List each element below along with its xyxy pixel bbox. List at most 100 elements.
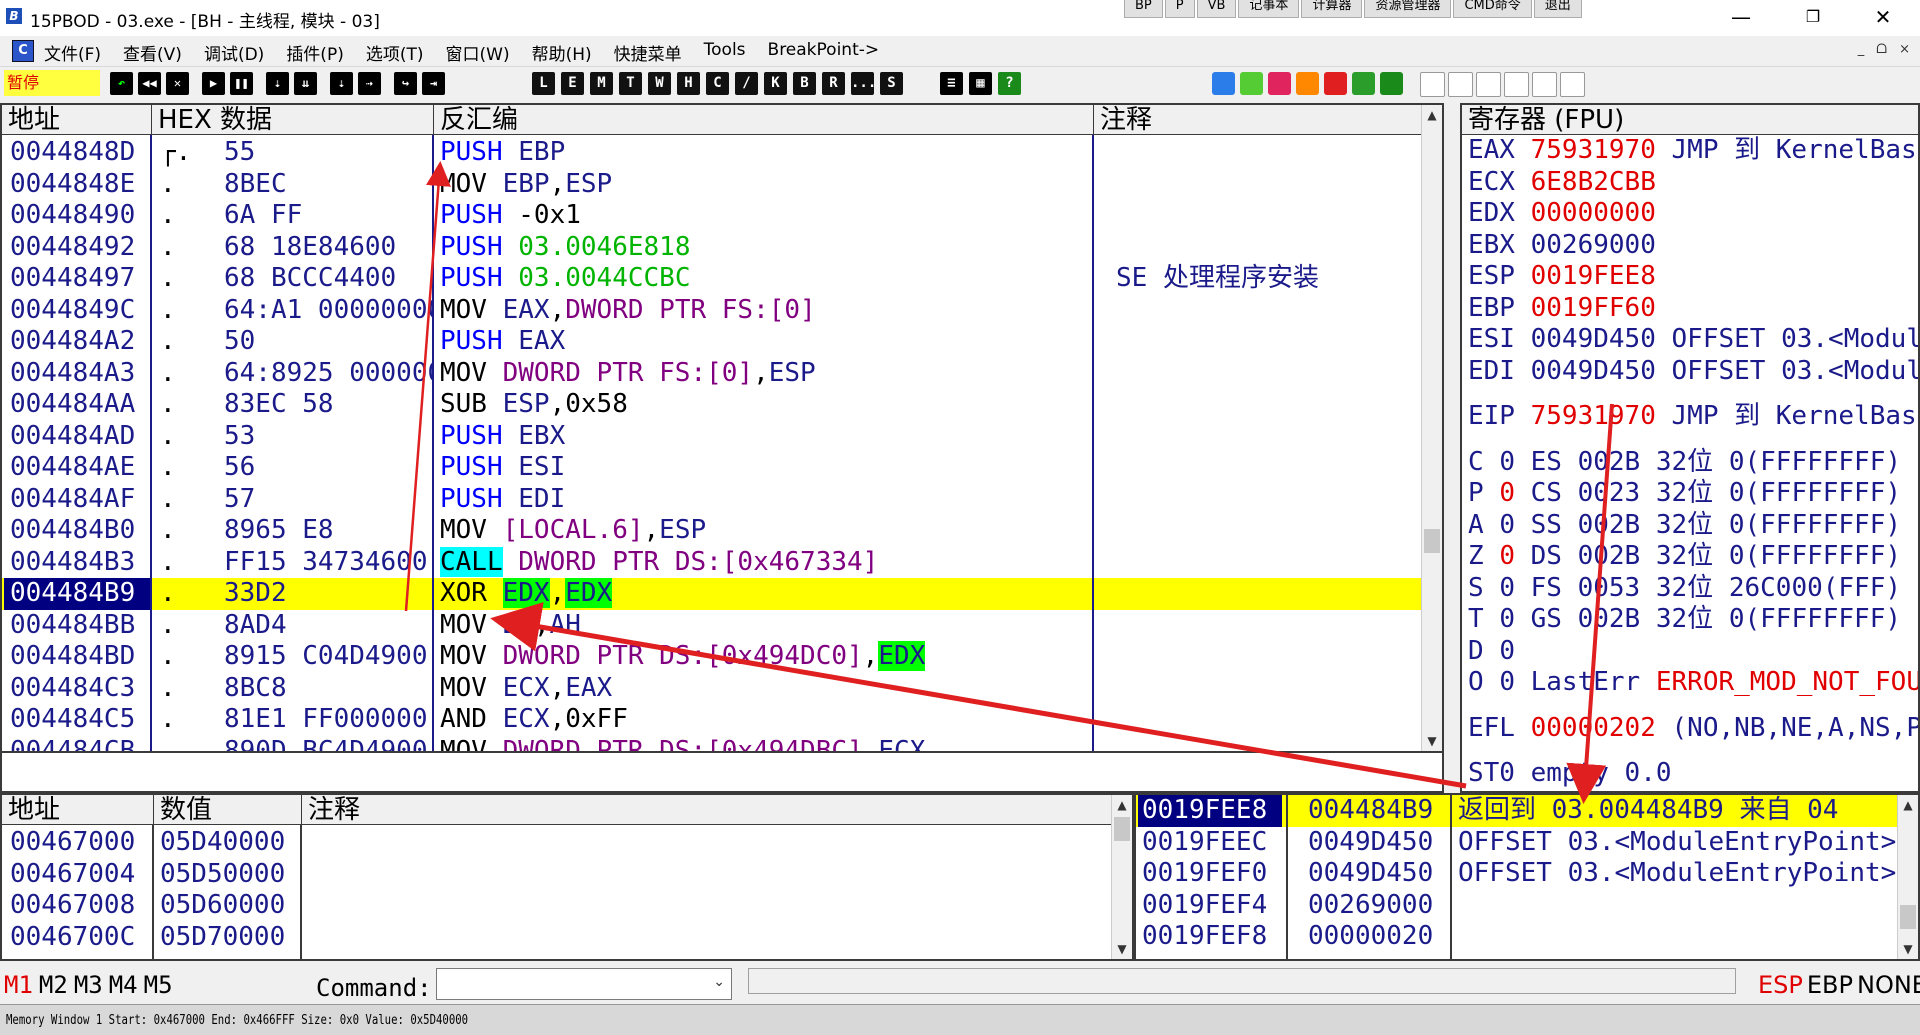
memory-tab[interactable]: M5 <box>144 971 173 999</box>
top-tool-button[interactable]: CMD命令 <box>1453 0 1532 18</box>
mem-header-address[interactable]: 地址 <box>2 795 154 825</box>
window-button[interactable]: C <box>706 72 729 95</box>
register-line[interactable]: C 0 ES 002B 32位 0(FFFFFFFF) <box>1468 447 1901 479</box>
scroll-up-icon[interactable]: ▲ <box>1898 795 1918 815</box>
col-header-address[interactable]: 地址 <box>2 105 152 135</box>
memory-tab[interactable]: M3 <box>74 971 103 999</box>
disasm-row[interactable]: 0044848D ┌. 55 PUSH EBP <box>2 137 1422 169</box>
empty-toolbar-slot[interactable] <box>1560 72 1585 97</box>
register-line[interactable]: EIP 75931970 JMP 到 KernelBase <box>1468 401 1918 433</box>
toolbar-button[interactable]: ? <box>998 72 1021 95</box>
grid-icon[interactable] <box>1352 72 1375 95</box>
menu-item[interactable]: 窗口(W) <box>446 40 510 65</box>
record-icon[interactable] <box>1296 72 1319 95</box>
window-button[interactable]: M <box>590 72 613 95</box>
disasm-row[interactable]: 004484AE. 56 PUSH ESI <box>2 452 1422 484</box>
toolbar-button[interactable]: ↶ <box>110 72 133 95</box>
mem-header-value[interactable]: 数值 <box>154 795 302 825</box>
menu-item[interactable]: 插件(P) <box>286 40 344 65</box>
menu-item[interactable]: 帮助(H) <box>532 40 592 65</box>
scroll-down-icon[interactable]: ▼ <box>1898 939 1918 959</box>
stack-row[interactable]: 0019FEF4 00269000 <box>1136 890 1900 922</box>
register-line[interactable]: ESI 0049D450 OFFSET 03.<ModuleEntryPoint… <box>1468 324 1918 356</box>
register-line[interactable]: ECX 6E8B2CBB <box>1468 167 1656 199</box>
memory-tab[interactable]: M1 <box>4 971 33 999</box>
register-line[interactable]: EBP 0019FF60 <box>1468 293 1656 325</box>
register-line[interactable]: D 0 <box>1468 636 1515 668</box>
memory-row[interactable]: 00467004 05D50000 <box>2 859 1112 891</box>
register-line[interactable]: EAX 75931970 JMP 到 KernelBase <box>1468 135 1918 167</box>
registers-pane[interactable]: 寄存器 (FPU) EAX 75931970 JMP 到 KernelBase E… <box>1460 103 1920 793</box>
scroll-up-icon[interactable]: ▲ <box>1422 105 1442 125</box>
menu-item[interactable]: 调试(D) <box>204 40 264 65</box>
disasm-row[interactable]: 004484B9. 33D2 XOR EDX,EDX <box>2 578 1422 610</box>
scroll-thumb[interactable] <box>1900 905 1916 929</box>
register-line[interactable]: O 0 LastErr ERROR_MOD_NOT_FOUND <box>1468 667 1918 699</box>
register-line[interactable]: EBX 00269000 <box>1468 230 1656 262</box>
toolbar-button[interactable]: ◀◀ <box>138 72 161 95</box>
disasm-row[interactable]: 004484B3. FF15 34734600 CALL DWORD PTR DS:… <box>2 546 1422 579</box>
register-line[interactable]: S 0 FS 0053 32位 26C000(FFF) <box>1468 573 1901 605</box>
mdi-button[interactable]: ᗝ <box>1876 42 1887 57</box>
col-header-hex[interactable]: HEX 数据 <box>152 105 434 135</box>
toolbar-button[interactable]: ❚❚ <box>230 72 253 95</box>
scroll-down-icon[interactable]: ▼ <box>1422 731 1442 751</box>
stack-row[interactable]: 0019FEE8 004484B9 返回到 03.004484B9 来自 04 <box>1136 795 1900 827</box>
scroll-thumb[interactable] <box>1114 817 1130 841</box>
disasm-row[interactable]: 004484BD. 8915 C04D4900 MOV DWORD PTR DS:[… <box>2 641 1422 673</box>
col-header-comment[interactable]: 注释 <box>1094 105 1424 135</box>
disasm-row[interactable]: 004484A2. 50 PUSH EAX <box>2 326 1422 358</box>
window-button[interactable]: K <box>764 72 787 95</box>
disasm-row[interactable]: 004484C5. 81E1 FF000000 AND ECX,0xFF <box>2 704 1422 736</box>
chevron-down-icon[interactable]: ⌄ <box>713 974 725 990</box>
register-line[interactable]: T 0 GS 002B 32位 0(FFFFFFFF) <box>1468 604 1901 636</box>
stack-scrollbar[interactable]: ▲ ▼ <box>1897 795 1918 959</box>
register-shortcut[interactable]: ESP <box>1758 971 1803 999</box>
toolbar-button[interactable]: ⇣ <box>330 72 353 95</box>
menu-item[interactable]: 查看(V) <box>123 40 182 65</box>
disasm-row[interactable]: 004484AA. 83EC 58 SUB ESP,0x58 <box>2 389 1422 421</box>
registers-header[interactable]: 寄存器 (FPU) <box>1462 105 1918 135</box>
register-line[interactable]: A 0 SS 002B 32位 0(FFFFFFFF) <box>1468 510 1901 542</box>
memory-row[interactable]: 00467008 05D60000 <box>2 890 1112 922</box>
scroll-down-icon[interactable]: ▼ <box>1112 939 1132 959</box>
toolbar-button[interactable]: ✕ <box>166 72 189 95</box>
toolbar-button[interactable]: ⇣ <box>266 72 289 95</box>
toolbar-button[interactable]: ↪ <box>394 72 417 95</box>
disasm-row[interactable]: 0044848E. 8BEC MOV EBP,ESP <box>2 169 1422 201</box>
disasm-row[interactable]: 004484A3. 64:8925 00000000 MOV DWORD PTR F… <box>2 358 1422 390</box>
mdi-button[interactable]: _ <box>1858 42 1865 57</box>
window-button[interactable]: L <box>532 72 555 95</box>
register-shortcut[interactable]: NONE <box>1857 971 1920 999</box>
disasm-row[interactable]: 00448492. 68 18E84600 PUSH 03.0046E818 <box>2 232 1422 264</box>
close-button[interactable]: ✕ <box>1854 0 1912 36</box>
disasm-row[interactable]: 0044849C. 64:A1 00000000 MOV EAX,DWORD PTR… <box>2 295 1422 327</box>
stack-pane[interactable]: 0019FEE8 004484B9 返回到 03.004484B9 来自 04 001… <box>1134 793 1920 961</box>
command-input[interactable]: ⌄ <box>436 968 732 1000</box>
memory-tab[interactable]: M2 <box>39 971 68 999</box>
mdi-button[interactable]: × <box>1899 42 1910 57</box>
toolbar-button[interactable]: ⇊ <box>294 72 317 95</box>
window-button[interactable]: T <box>619 72 642 95</box>
disassembly-pane[interactable]: 地址 HEX 数据 反汇编 注释 0044848D ┌. 55 PUSH EBP 004… <box>0 103 1444 753</box>
window-button[interactable]: ... <box>851 72 876 95</box>
top-tool-button[interactable]: P <box>1164 0 1195 18</box>
toolbar-button[interactable]: ▦ <box>969 72 992 95</box>
empty-toolbar-slot[interactable] <box>1420 72 1445 97</box>
register-line[interactable]: ESP 0019FEE8 <box>1468 261 1656 293</box>
scroll-thumb[interactable] <box>1424 529 1440 553</box>
stack-row[interactable]: 0019FEF0 0049D450 OFFSET 03.<ModuleEntryPo… <box>1136 858 1900 890</box>
menu-item[interactable]: BreakPoint-> <box>768 40 880 65</box>
top-tool-button[interactable]: 退出 <box>1533 0 1582 18</box>
scroll-up-icon[interactable]: ▲ <box>1112 795 1132 815</box>
register-line[interactable]: Z 0 DS 002B 32位 0(FFFFFFFF) <box>1468 541 1901 573</box>
col-header-disassembly[interactable]: 反汇编 <box>434 105 1094 135</box>
disasm-row[interactable]: 004484C3. 8BC8 MOV ECX,EAX <box>2 673 1422 705</box>
window-button[interactable]: H <box>677 72 700 95</box>
minimize-button[interactable]: — <box>1712 0 1770 36</box>
toolbar-button[interactable]: ⇢ <box>358 72 381 95</box>
top-tool-button[interactable]: BP <box>1124 0 1163 18</box>
window-button[interactable]: E <box>561 72 584 95</box>
menu-item[interactable]: 快捷菜单 <box>614 40 682 65</box>
window-button[interactable]: R <box>822 72 845 95</box>
